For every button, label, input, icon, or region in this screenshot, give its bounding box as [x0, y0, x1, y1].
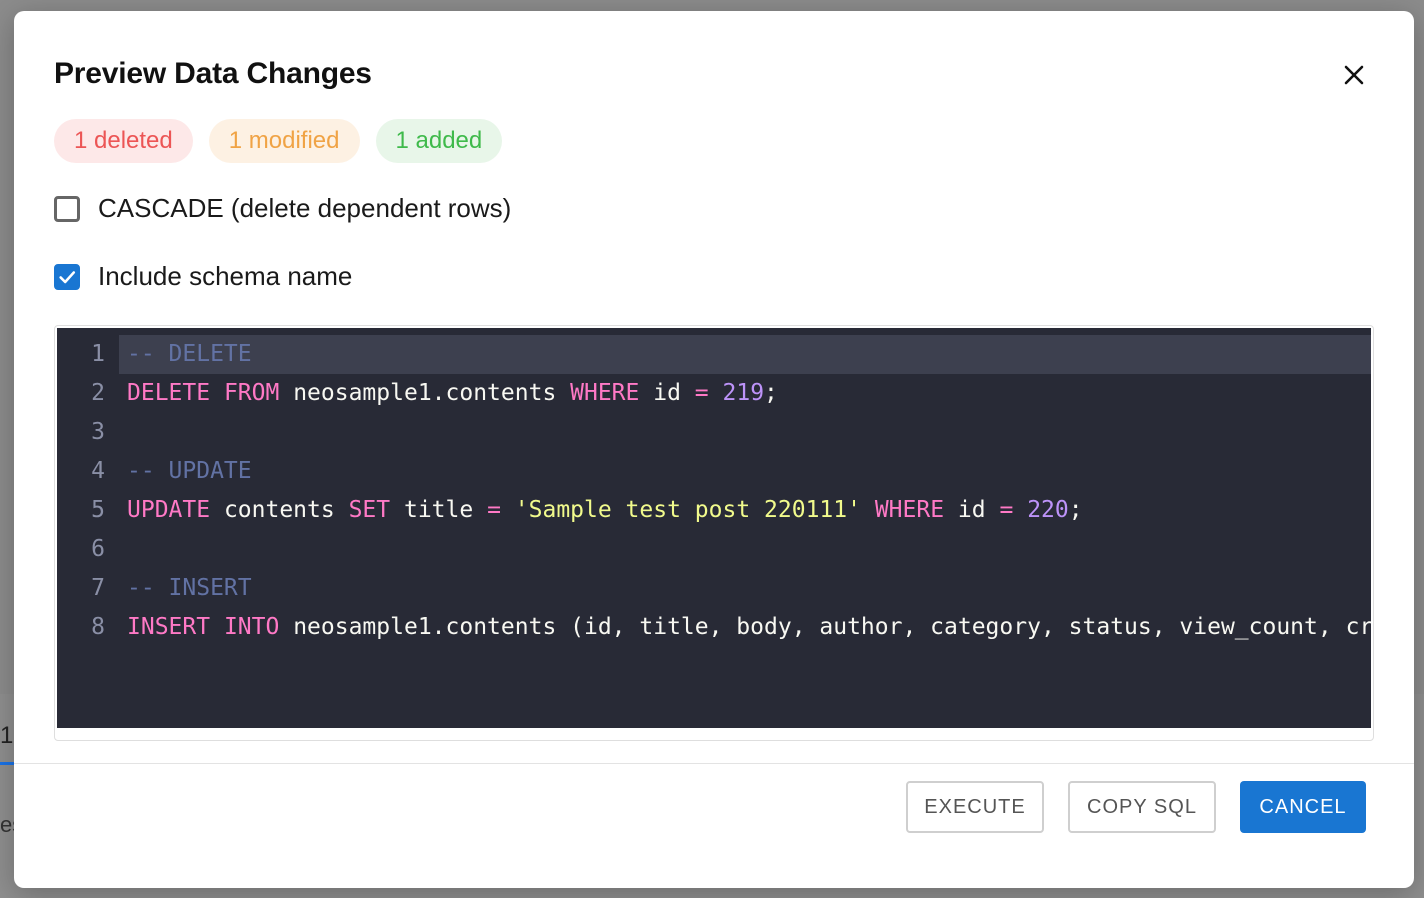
cascade-checkbox[interactable]: [54, 195, 80, 222]
code-token: 'Sample test post 220111': [514, 497, 861, 523]
dialog-title: Preview Data Changes: [54, 57, 372, 90]
background-tab-underline: [0, 762, 14, 765]
sql-code-editor[interactable]: 1 -- DELETE 2 DELETE FROM neosample1.conten…: [57, 328, 1371, 728]
change-summary-badges: 1 deleted 1 modified 1 added: [54, 119, 503, 163]
deleted-count-badge: 1 deleted: [54, 119, 193, 163]
code-text: -- DELETE: [119, 335, 1371, 374]
execute-button[interactable]: EXECUTE: [906, 781, 1044, 833]
code-line: 8 INSERT INTO neosample1.contents (id, ti…: [57, 608, 1371, 647]
code-line: 6: [57, 530, 1371, 569]
code-token: 220: [1027, 497, 1069, 523]
include-schema-option[interactable]: Include schema name: [54, 261, 352, 292]
code-line: 1 -- DELETE: [57, 335, 1371, 374]
include-schema-checkbox[interactable]: [54, 263, 80, 290]
code-token: title: [390, 497, 488, 523]
code-token: id: [639, 380, 695, 406]
code-token: WHERE: [570, 380, 640, 406]
code-token: INSERT: [127, 614, 211, 640]
code-token: 219: [722, 380, 765, 406]
footer-divider: [14, 763, 1414, 764]
code-line: 3: [57, 413, 1371, 452]
added-count-badge: 1 added: [375, 119, 503, 163]
line-number: 3: [91, 419, 105, 445]
code-text: DELETE FROM neosample1.contents WHERE id…: [119, 374, 1371, 413]
code-text: -- INSERT: [119, 569, 1371, 608]
code-token: -- DELETE: [127, 341, 252, 367]
code-token: UPDATE: [127, 497, 211, 523]
line-number: 2: [91, 380, 105, 406]
code-token: neosample1.contents: [279, 380, 571, 406]
code-line: 4 -- UPDATE: [57, 452, 1371, 491]
code-token: FROM: [223, 380, 280, 406]
cascade-label: CASCADE (delete dependent rows): [98, 193, 512, 223]
code-token: -- UPDATE: [127, 458, 252, 484]
code-line: 5 UPDATE contents SET title = 'Sample tes…: [57, 491, 1371, 530]
cascade-option[interactable]: CASCADE (delete dependent rows): [54, 193, 511, 224]
line-number: 1: [91, 341, 105, 367]
background-tab-fragment: 1: [0, 722, 14, 749]
code-text: UPDATE contents SET title = 'Sample test…: [119, 491, 1371, 530]
close-icon: [1344, 65, 1364, 85]
code-token: ;: [764, 380, 778, 406]
line-number: 6: [91, 536, 105, 562]
cancel-button[interactable]: CANCEL: [1240, 781, 1366, 833]
code-text: -- UPDATE: [119, 452, 1371, 491]
copy-sql-button[interactable]: COPY SQL: [1068, 781, 1216, 833]
code-token: id: [944, 497, 1000, 523]
code-token: WHERE: [874, 497, 945, 523]
code-token: SET: [348, 497, 391, 523]
code-text: INSERT INTO neosample1.contents (id, tit…: [119, 608, 1371, 647]
code-token: neosample1.contents (id, title, body, au…: [279, 614, 1371, 640]
code-token: contents: [210, 497, 349, 523]
modified-count-badge: 1 modified: [208, 119, 360, 163]
checkmark-icon: [59, 270, 76, 283]
line-number: 8: [91, 614, 105, 640]
code-line: 7 -- INSERT: [57, 569, 1371, 608]
preview-data-changes-dialog: Preview Data Changes 1 deleted 1 modifie…: [14, 11, 1414, 888]
close-button[interactable]: [1336, 57, 1372, 93]
line-number: 5: [91, 497, 105, 523]
include-schema-label: Include schema name: [98, 261, 353, 291]
code-token: INTO: [223, 614, 280, 640]
line-number: 4: [91, 458, 105, 484]
code-token: DELETE: [127, 380, 211, 406]
line-number: 7: [91, 575, 105, 601]
code-token: =: [999, 497, 1014, 523]
code-token: =: [694, 380, 709, 406]
sql-preview-container: 1 -- DELETE 2 DELETE FROM neosample1.conten…: [54, 325, 1374, 741]
code-token: =: [487, 497, 501, 523]
code-line: 2 DELETE FROM neosample1.contents WHERE i…: [57, 374, 1371, 413]
code-token: ;: [1068, 497, 1083, 523]
code-token: -- INSERT: [127, 575, 252, 601]
